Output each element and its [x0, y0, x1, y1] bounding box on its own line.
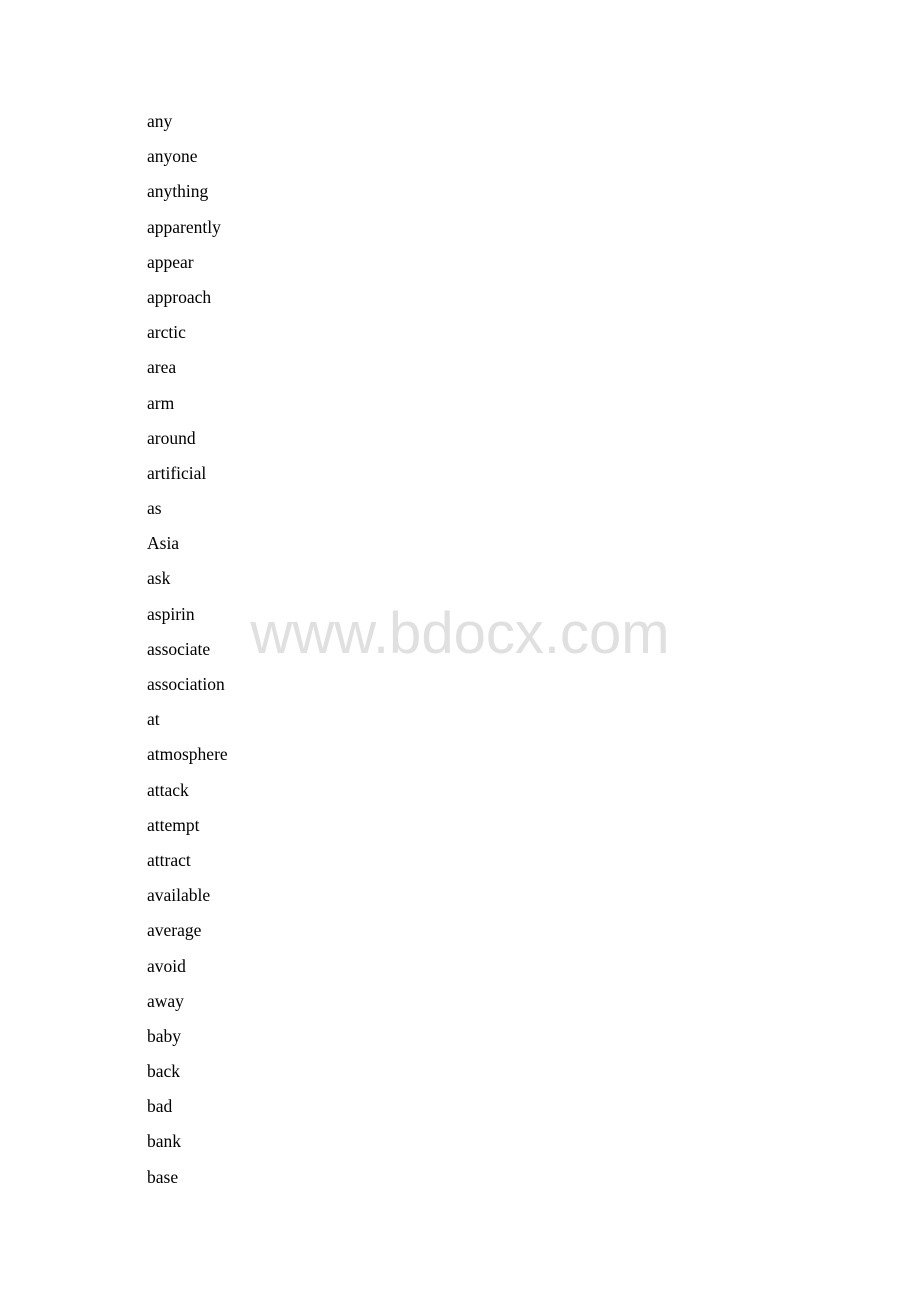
word-list-item: as — [147, 497, 228, 532]
word-list-item: approach — [147, 286, 228, 321]
word-list-item: back — [147, 1060, 228, 1095]
word-text: ask — [147, 568, 171, 589]
word-text: baby — [147, 1025, 182, 1046]
word-text: atmosphere — [147, 744, 228, 765]
word-text: available — [147, 885, 211, 906]
word-list-item: ask — [147, 567, 228, 602]
word-text: around — [147, 427, 196, 448]
word-list-item: any — [147, 110, 228, 145]
word-list-item: attempt — [147, 814, 228, 849]
word-text: arm — [147, 392, 175, 413]
word-text: back — [147, 1061, 181, 1082]
word-list-item: average — [147, 919, 228, 954]
word-list-item: baby — [147, 1025, 228, 1060]
word-text: anything — [147, 181, 209, 202]
word-text: base — [147, 1166, 179, 1187]
word-text: attack — [147, 779, 189, 800]
word-list-item: association — [147, 673, 228, 708]
word-list-item: appear — [147, 251, 228, 286]
word-list-item: associate — [147, 638, 228, 673]
word-text: attempt — [147, 814, 200, 835]
word-list-item: atmosphere — [147, 743, 228, 778]
word-list-item: area — [147, 356, 228, 391]
word-text: associate — [147, 638, 211, 659]
word-list-item: aspirin — [147, 603, 228, 638]
word-list-item: bad — [147, 1095, 228, 1130]
word-text: appear — [147, 251, 194, 272]
word-list-item: arctic — [147, 321, 228, 356]
word-text: aspirin — [147, 603, 195, 624]
word-list-item: around — [147, 427, 228, 462]
word-list-item: attack — [147, 779, 228, 814]
word-text: any — [147, 111, 173, 131]
word-list-item: base — [147, 1166, 228, 1201]
word-list: any anyone anything apparently appear approac… — [147, 110, 228, 1201]
watermark: www.bdocx.com — [250, 601, 670, 666]
word-list-item: attract — [147, 849, 228, 884]
word-text: association — [147, 674, 225, 694]
word-list-item: anything — [147, 180, 228, 215]
word-text: bad — [147, 1096, 173, 1117]
word-list-item: anyone — [147, 145, 228, 180]
word-list-item: Asia — [147, 532, 228, 567]
word-text: Asia — [147, 533, 180, 554]
word-list-item: away — [147, 990, 228, 1025]
word-text: away — [147, 990, 184, 1011]
word-list-item: arm — [147, 392, 228, 427]
word-text: avoid — [147, 955, 186, 976]
word-text: at — [147, 709, 160, 730]
word-text: arctic — [147, 322, 186, 343]
word-list-item: avoid — [147, 955, 228, 990]
word-list-item: apparently — [147, 216, 228, 251]
word-text: area — [147, 357, 177, 378]
word-text: attract — [147, 849, 191, 870]
word-list-item: artificial — [147, 462, 228, 497]
word-list-item: at — [147, 708, 228, 743]
word-list-item: bank — [147, 1130, 228, 1165]
document-page: any anyone anything apparently appear approac… — [0, 0, 920, 1302]
word-text: approach — [147, 286, 212, 307]
word-text: anyone — [147, 146, 198, 167]
word-text: artificial — [147, 462, 207, 483]
word-list-item: available — [147, 884, 228, 919]
word-text: as — [147, 498, 162, 519]
word-text: average — [147, 920, 202, 941]
word-text: bank — [147, 1131, 182, 1152]
word-text: apparently — [147, 216, 221, 237]
